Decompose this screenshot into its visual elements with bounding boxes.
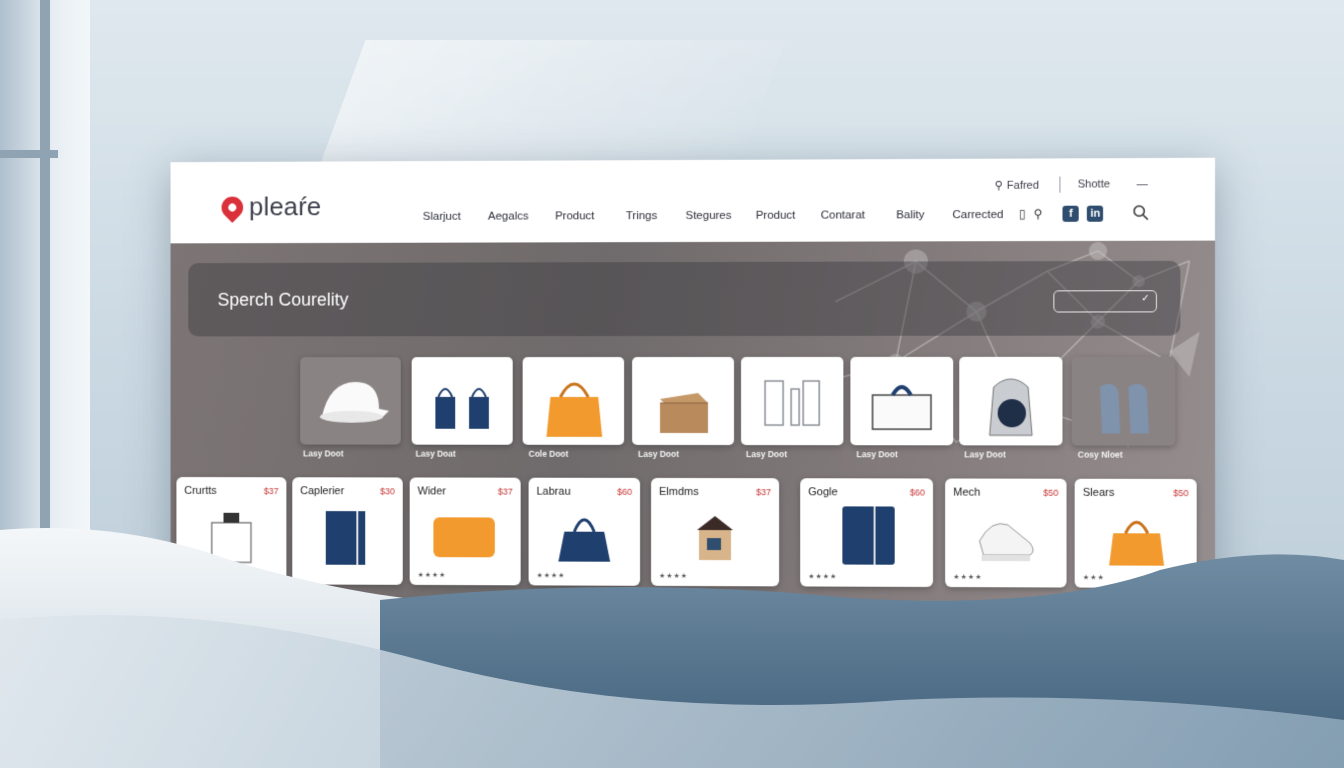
product-tile-7[interactable] [959,356,1063,446]
notebook-icon [325,509,366,569]
header-search-icon[interactable] [1133,204,1149,220]
nav-item-8[interactable]: Bality [877,209,945,221]
hero-section: Sperch Courelity ✓ Lasy Doot Lasy Doat C… [170,240,1216,603]
search-select[interactable]: ✓ [1053,290,1157,313]
card-price-2: $30 [380,486,395,497]
folder-icon [842,502,895,568]
tile-caption-6: Lasy Doot [856,449,898,460]
product-tile-1[interactable] [300,357,401,445]
product-card-4[interactable]: Labrau $60 ★★★★ [528,477,641,586]
card-name-1: Crurtts [184,484,217,497]
util-link-right[interactable]: Shotte [1078,178,1110,190]
orange-case-icon [433,517,495,558]
facebook-icon[interactable]: f [1062,205,1080,222]
tile-caption-2: Lasy Doat [415,448,456,459]
tile-caption-4: Lasy Doot [638,448,680,459]
nav-item-2[interactable]: Aegalcs [475,210,541,223]
orange-handbag-icon [546,357,603,437]
tile-caption-5: Lasy Doot [746,449,788,460]
util-dash: — [1137,178,1148,190]
linkedin-icon[interactable]: in [1087,205,1104,222]
card-stars-7: ★★★★ [953,573,983,582]
nav-item-3[interactable]: Product [542,210,609,222]
card-name-8: Slears [1082,486,1115,499]
product-card-8[interactable]: Slears $50 ★★★ [1074,478,1197,589]
sneaker-icon [973,511,1040,562]
util-right-label: Shotte [1077,178,1110,191]
util-link-left[interactable]: ⚲ Fafred [995,179,1039,192]
nav-icons: ▯ ⚲ f in [1019,205,1104,222]
card-price-4: $60 [617,486,633,497]
document-icon[interactable]: ▯ [1019,207,1026,221]
card-price-3: $37 [497,486,513,497]
card-price-6: $60 [909,487,925,498]
card-stars-5: ★★★★ [659,572,689,581]
search-icon: ⚲ [994,179,1003,192]
search-title: Sperch Courelity [217,289,349,310]
logo[interactable]: pleaŕe [217,191,322,223]
tote-bags-icon [412,357,513,429]
product-card-2[interactable]: Caplerier $30 [292,477,403,585]
tile-caption-7: Lasy Doot [964,449,1006,460]
house-box-icon [696,515,733,560]
window-bar [0,150,58,158]
card-name-5: Elmdms [659,485,699,499]
website-panel: pleaŕe ⚲ Fafred Shotte — Slarjuct Aegalc… [170,157,1216,603]
card-price-5: $37 [756,487,772,498]
product-card-7[interactable]: Mech $50 ★★★★ [945,478,1067,588]
product-tile-8[interactable] [1071,356,1176,446]
util-dash-label: — [1136,178,1148,191]
product-card-3[interactable]: Wider $37 ★★★★ [409,477,521,586]
card-stars-6: ★★★★ [808,573,838,581]
backpack-icon [959,357,1062,446]
nav-item-6[interactable]: Product [742,210,809,222]
tile-caption-3: Cole Doot [528,448,569,459]
glass-cases-icon [741,357,843,445]
card-stars-4: ★★★★ [536,572,566,580]
card-price-7: $50 [1043,487,1059,498]
product-card-5[interactable]: Elmdms $37 ★★★★ [651,477,780,587]
cap-icon [319,381,389,423]
util-divider [1059,176,1061,193]
product-tile-4[interactable] [632,356,735,446]
bag-pair-icon [1100,383,1149,434]
product-tile-6[interactable] [850,356,954,446]
window-frame [40,0,50,600]
box-icon [660,392,708,434]
card-name-4: Labrau [536,485,571,498]
search-band: Sperch Courelity ✓ [188,260,1181,337]
card-name-2: Caplerier [300,485,345,498]
navy-tote-icon [558,504,611,562]
orange-tote-icon [1109,507,1165,566]
top-bar: pleaŕe ⚲ Fafred Shotte — Slarjuct Aegalc… [170,157,1216,244]
card-price-1: $37 [263,486,279,497]
card-name-7: Mech [953,486,981,499]
logo-text: pleaŕe [249,191,322,222]
case-icon [850,357,953,445]
nav-item-1[interactable]: Slarjuct [409,211,475,223]
tile-caption-1: Lasy Doot [303,448,344,459]
nav-item-7[interactable]: Contarat [809,209,876,221]
card-name-3: Wider [417,485,447,498]
location-pin-icon [217,191,248,223]
product-card-6[interactable]: Gogle $60 ★★★★ [800,478,934,587]
product-tile-3[interactable] [522,357,625,445]
main-nav: Slarjuct Aegalcs Product Trings Stegures… [409,209,1012,223]
tile-caption-8: Cosy Nloet [1077,449,1123,460]
nav-item-4[interactable]: Trings [608,210,675,222]
card-stars-8: ★★★ [1082,574,1105,582]
chevron-down-icon: ✓ [1141,293,1150,305]
card-stars-3: ★★★★ [417,571,447,580]
util-left-label: Fafred [1006,179,1040,192]
card-name-6: Gogle [808,486,838,499]
nav-item-5[interactable]: Stegures [675,210,742,222]
product-card-1[interactable]: Crurtts $37 [176,477,287,585]
product-tile-2[interactable] [411,357,513,445]
small-search-icon[interactable]: ⚲ [1034,207,1043,221]
nav-item-9[interactable]: Carrected [944,209,1012,221]
card-price-8: $50 [1173,488,1189,499]
product-tile-5[interactable] [741,356,844,446]
glass-box-icon [204,512,259,567]
